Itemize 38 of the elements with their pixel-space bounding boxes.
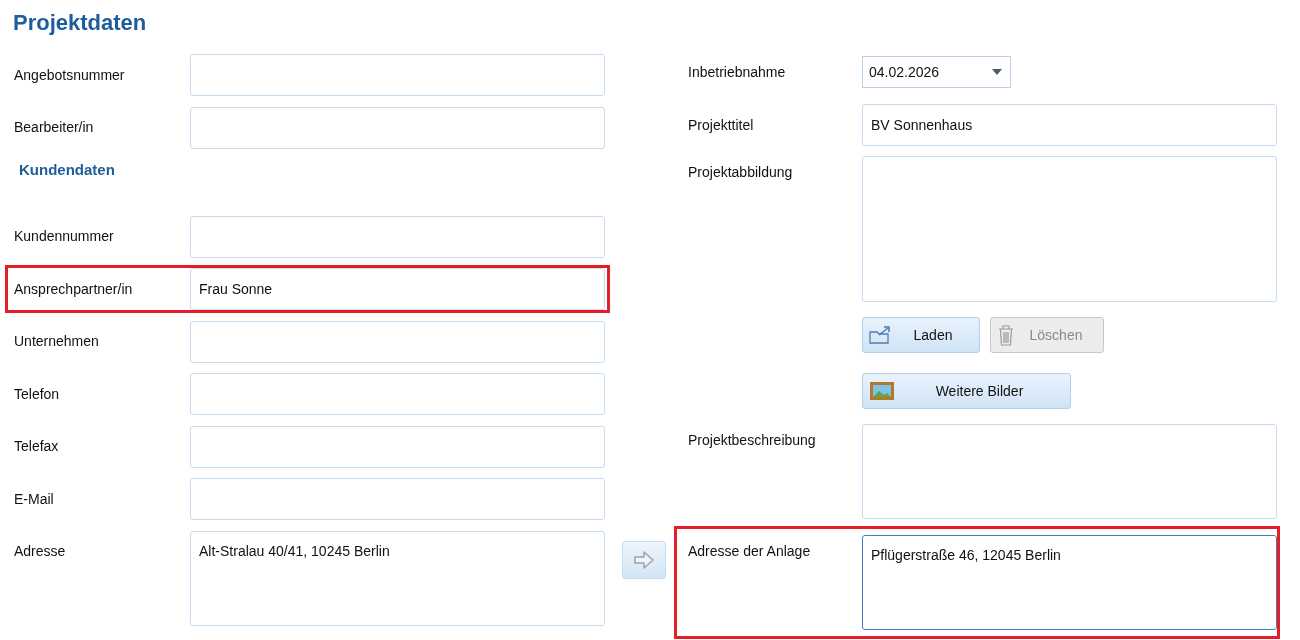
field-label: Kundennummer: [13, 227, 115, 246]
text-field[interactable]: [190, 373, 605, 415]
text-field[interactable]: [190, 54, 605, 96]
framed-image-icon: [869, 381, 895, 401]
field-label: Telefon: [13, 384, 61, 404]
text-field[interactable]: [190, 478, 605, 520]
field-label: Bearbeiter/in: [13, 118, 95, 137]
text-field[interactable]: [190, 320, 605, 363]
field-label: Adresse der Anlage: [687, 542, 812, 561]
image-drop-area[interactable]: [862, 156, 1277, 302]
page-title: Projektdaten: [13, 10, 147, 35]
arrow-right-icon: [632, 548, 656, 572]
trash-icon: [997, 324, 1015, 346]
folder-arrow-icon: [869, 325, 893, 345]
dropdown-arrow-icon: [992, 69, 1002, 75]
text-field[interactable]: Frau Sonne: [190, 268, 605, 310]
field-label: Unternehmen: [13, 332, 100, 351]
text-area[interactable]: Pflügerstraße 46, 12045 Berlin: [862, 535, 1277, 630]
field-label: Projektbeschreibung: [687, 431, 817, 450]
text-field[interactable]: [190, 106, 605, 149]
text-area[interactable]: Alt-Stralau 40/41, 10245 Berlin: [190, 530, 605, 626]
field-label: Telefax: [13, 437, 60, 456]
transfer-arrow-button[interactable]: [622, 541, 666, 579]
text-field[interactable]: [190, 215, 605, 258]
field-label: Adresse: [13, 541, 67, 561]
field-label: Projektabbildung: [687, 163, 794, 182]
date-dropdown[interactable]: 04.02.2026: [862, 56, 1011, 88]
text-field[interactable]: BV Sonnenhaus: [862, 104, 1277, 146]
text-field[interactable]: [190, 425, 605, 468]
field-label: Angebotsnummer: [13, 65, 126, 85]
section-heading: Kundendaten: [19, 161, 115, 178]
field-label: E-Mail: [13, 489, 55, 509]
more-images-button[interactable]: Weitere Bilder: [862, 373, 1071, 409]
load-button[interactable]: Laden: [862, 317, 980, 353]
field-label: Inbetriebnahme: [687, 62, 787, 82]
field-label: Projekttitel: [687, 115, 755, 135]
text-area[interactable]: [862, 424, 1277, 519]
field-label: Ansprechpartner/in: [13, 279, 134, 299]
